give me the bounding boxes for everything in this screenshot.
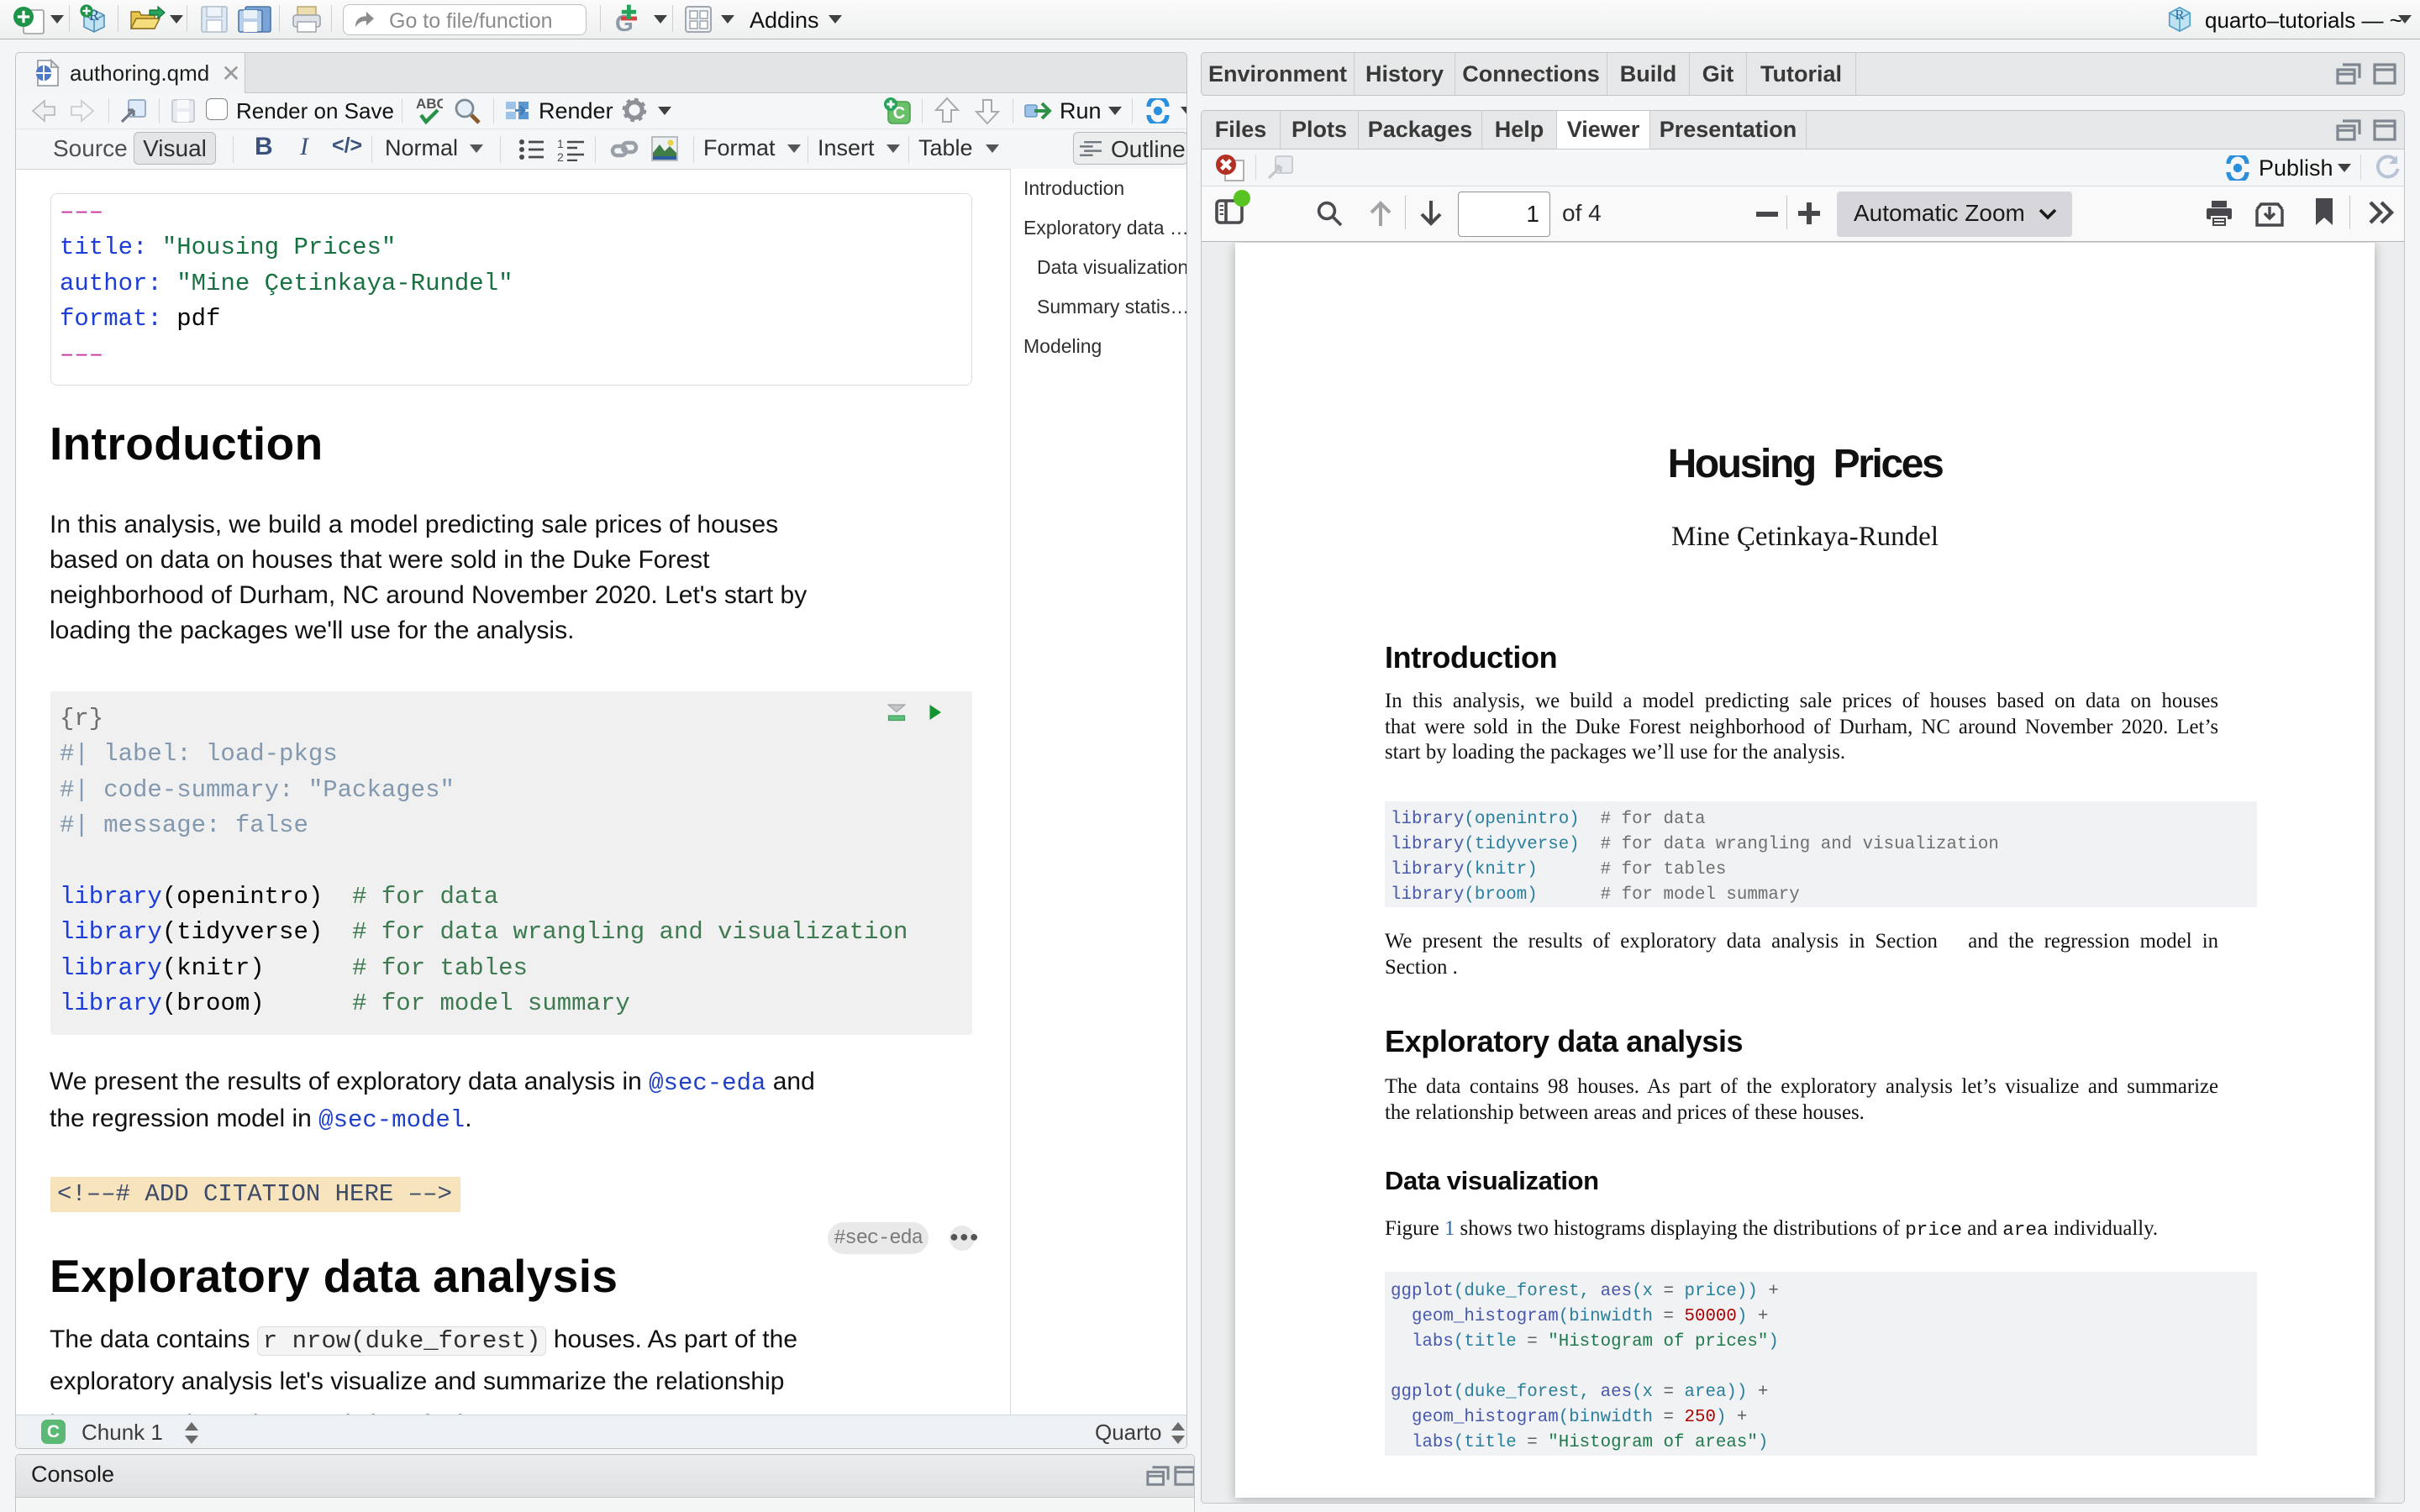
svg-text:R: R [2175, 7, 2185, 23]
svg-text:2: 2 [557, 150, 564, 161]
svg-text:ABC: ABC [416, 96, 443, 112]
svg-text:1: 1 [557, 138, 564, 150]
